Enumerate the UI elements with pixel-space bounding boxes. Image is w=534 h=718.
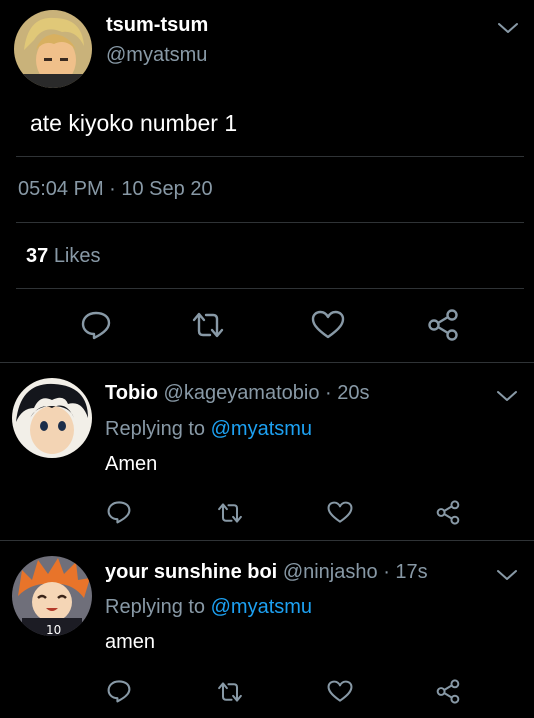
divider xyxy=(0,540,534,541)
divider xyxy=(16,222,524,223)
svg-text:10: 10 xyxy=(46,623,61,636)
reply-icon[interactable] xyxy=(106,679,132,703)
likes-stat[interactable]: 37 Likes xyxy=(26,245,101,268)
reply-icon[interactable] xyxy=(106,500,132,524)
divider xyxy=(0,362,534,363)
heart-icon[interactable] xyxy=(327,501,353,524)
retweet-icon[interactable] xyxy=(216,501,244,525)
author-display-name[interactable]: tsum-tsum xyxy=(106,14,208,37)
share-icon[interactable] xyxy=(435,679,461,704)
chevron-down-icon[interactable] xyxy=(494,386,520,406)
retweet-icon[interactable] xyxy=(216,680,244,704)
reply-header: your sunshine boi @ninjasho · 17s xyxy=(105,561,428,584)
reply-avatar[interactable]: 10 xyxy=(12,556,92,636)
share-icon[interactable] xyxy=(426,309,460,341)
author-avatar[interactable] xyxy=(14,10,92,88)
likes-count: 37 xyxy=(26,245,49,267)
reply-avatar[interactable] xyxy=(12,378,92,458)
replying-prefix: Replying to xyxy=(105,596,206,618)
heart-icon[interactable] xyxy=(327,680,353,703)
reply-handle[interactable]: @kageyamatobio xyxy=(164,382,320,404)
heart-icon[interactable] xyxy=(311,310,345,340)
divider xyxy=(16,288,524,289)
tweet-timestamp: 05:04 PM · 10 Sep 20 xyxy=(18,178,213,200)
likes-label: Likes xyxy=(53,245,101,267)
author-handle[interactable]: @myatsmu xyxy=(106,44,207,67)
reply-display-name[interactable]: your sunshine boi xyxy=(105,561,277,583)
replying-to: Replying to @myatsmu xyxy=(105,418,312,441)
replying-to: Replying to @myatsmu xyxy=(105,596,312,619)
share-icon[interactable] xyxy=(435,500,461,525)
replying-handle-link[interactable]: @myatsmu xyxy=(211,418,312,440)
reply-text: Amen xyxy=(105,453,158,475)
retweet-icon[interactable] xyxy=(190,310,226,340)
divider xyxy=(16,156,524,157)
reply-icon[interactable] xyxy=(80,310,112,340)
chevron-down-icon[interactable] xyxy=(494,565,520,585)
replying-handle-link[interactable]: @myatsmu xyxy=(211,596,312,618)
tweet-text: ate kiyoko number 1 xyxy=(30,110,238,136)
reply-time: · 17s xyxy=(383,561,428,583)
reply-display-name[interactable]: Tobio xyxy=(105,382,158,404)
replying-prefix: Replying to xyxy=(105,418,206,440)
reply-text: amen xyxy=(105,631,156,653)
reply-header: Tobio @kageyamatobio · 20s xyxy=(105,382,370,405)
chevron-down-icon[interactable] xyxy=(495,18,521,38)
reply-handle[interactable]: @ninjasho xyxy=(283,561,378,583)
reply-time: · 20s xyxy=(325,382,370,404)
